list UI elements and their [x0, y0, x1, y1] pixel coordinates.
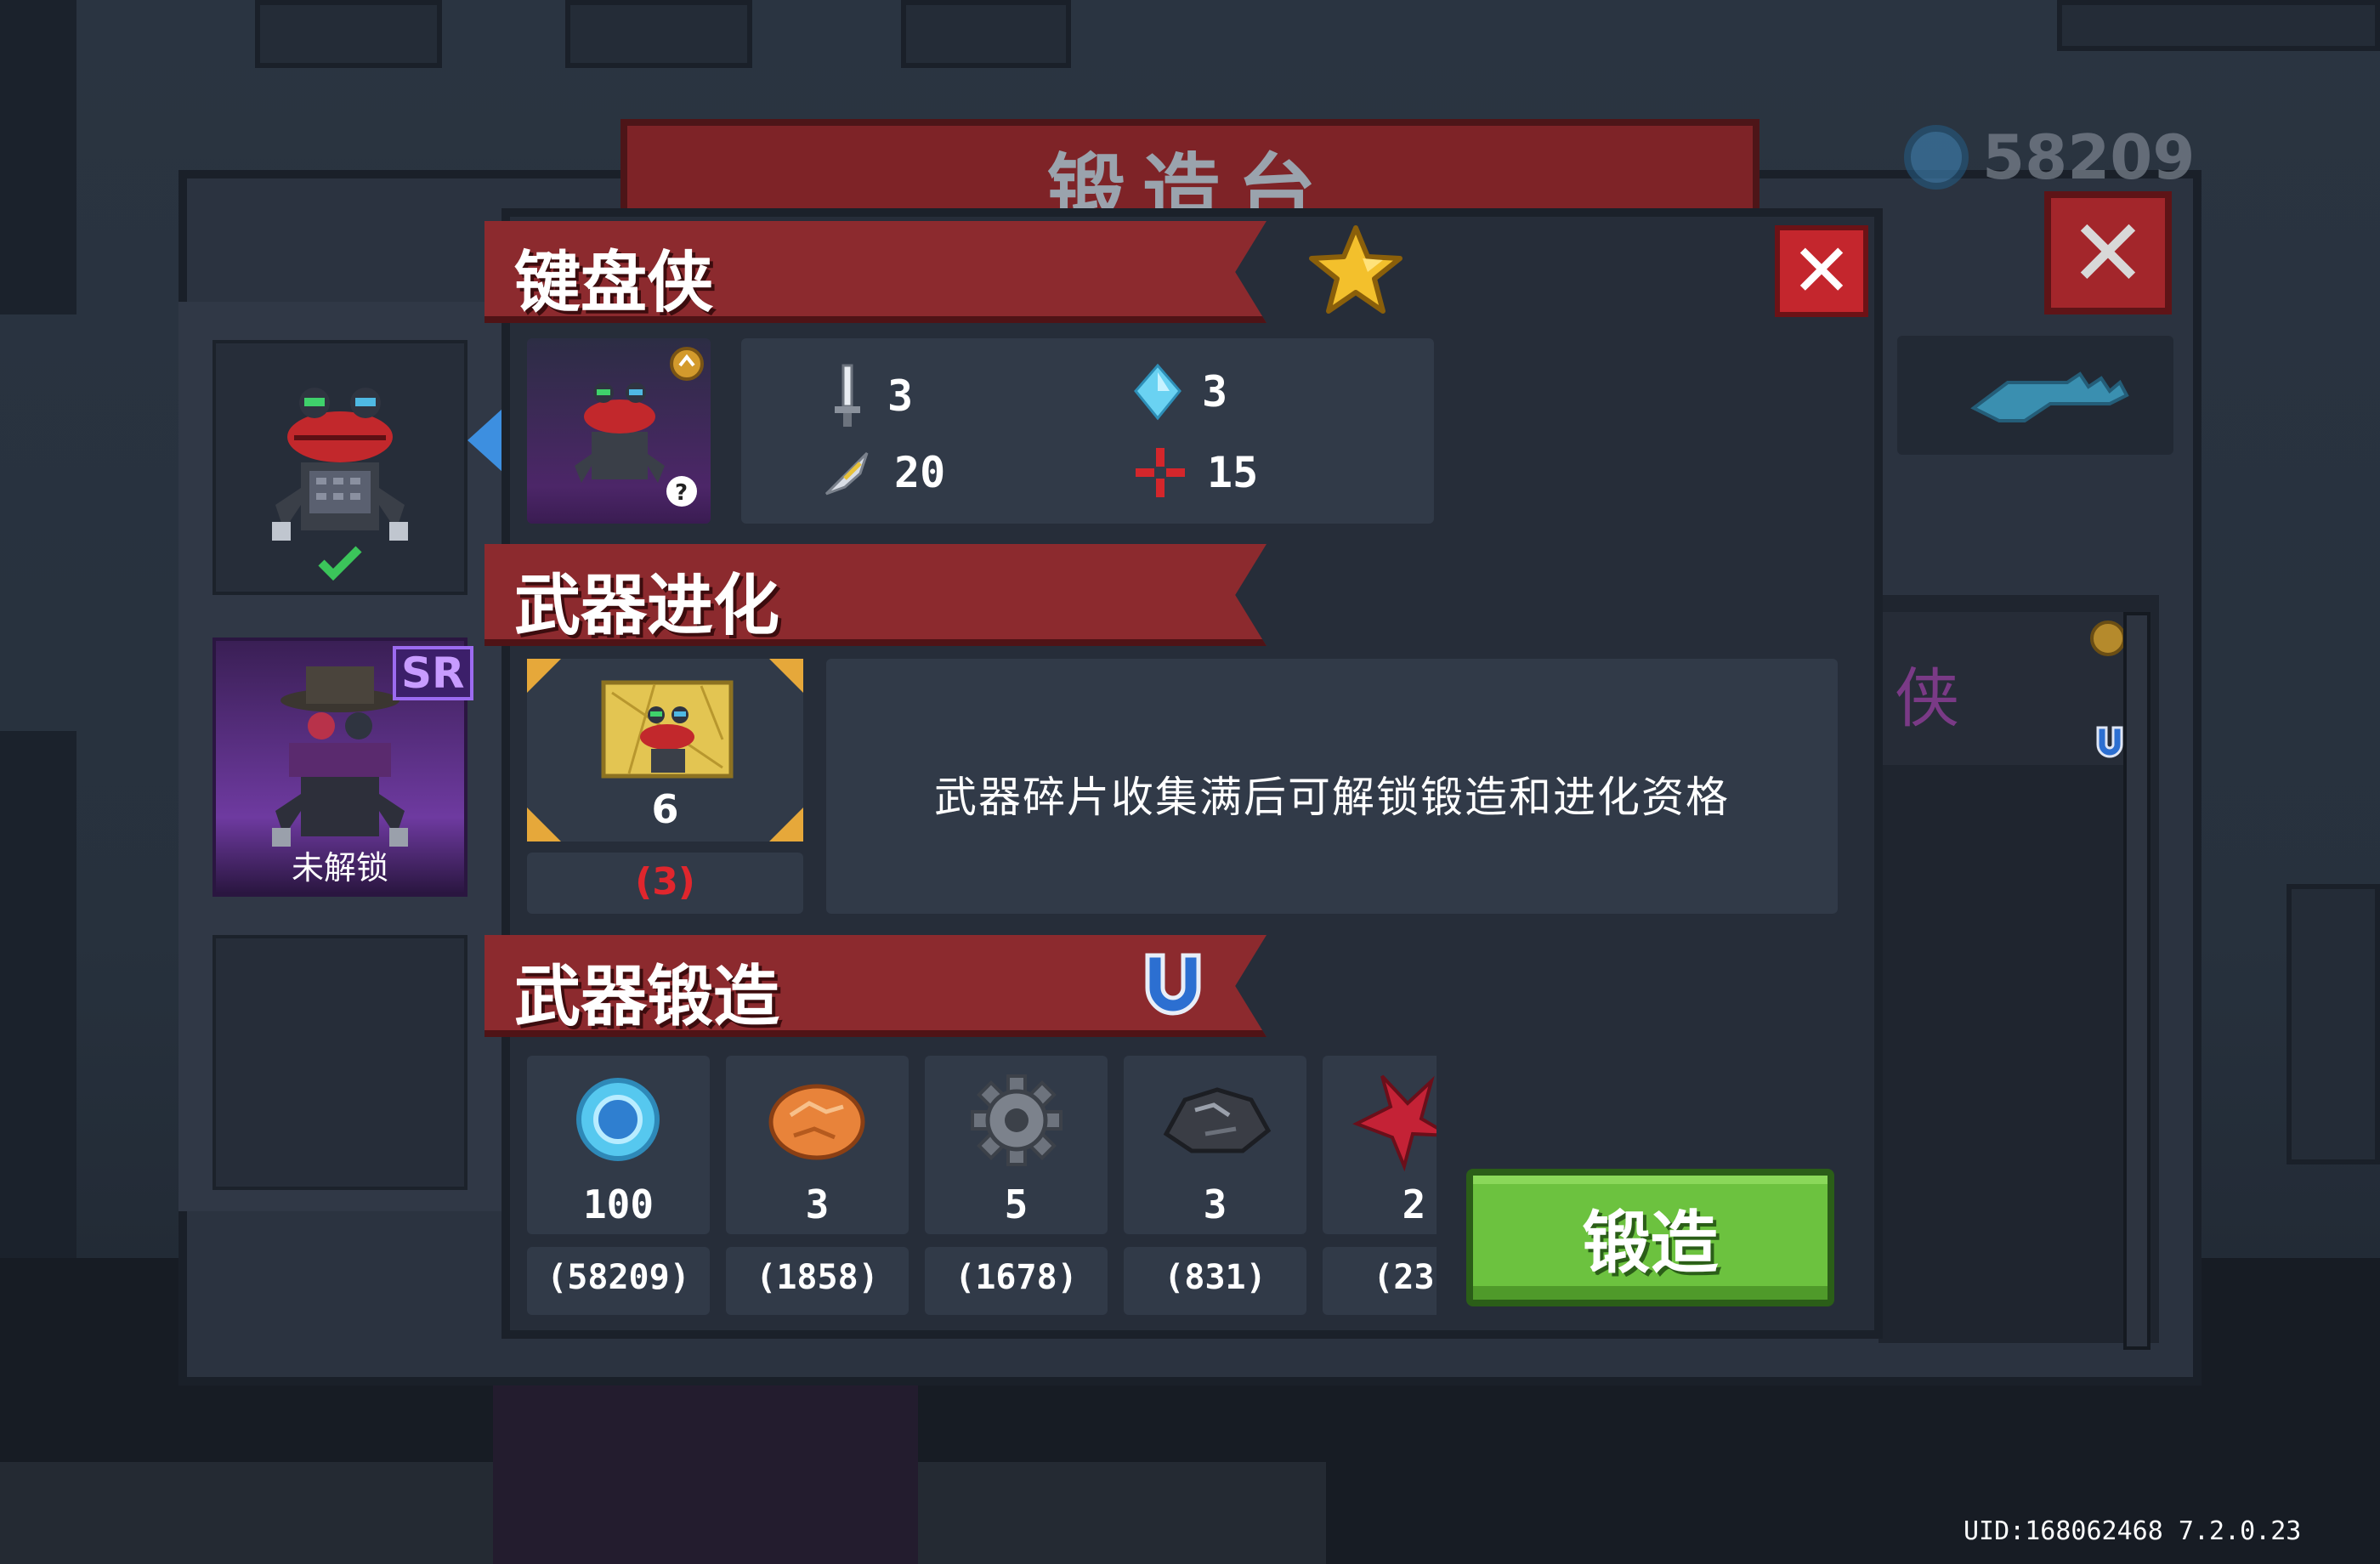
forge-materials-list: 100 (58209) 3 (1858) 5 (1678) 3 (831) 2 …	[527, 1046, 1436, 1326]
shard-required: (3)	[635, 860, 695, 904]
shard-count: 6	[651, 786, 679, 832]
weapon-list-item-text: 侠	[1895, 660, 1959, 736]
gear-icon	[971, 1074, 1062, 1166]
evolution-description: 武器碎片收集满后可解锁锻造和进化资格	[934, 773, 1730, 822]
material-required: 5	[1004, 1182, 1028, 1227]
energy-crystal-icon	[1134, 363, 1182, 421]
selected-arrow-icon	[468, 408, 503, 473]
material-required: 2	[1402, 1182, 1426, 1227]
background-decoration	[901, 0, 1071, 68]
character-slot-selected[interactable]	[212, 340, 468, 595]
rarity-badge: SR	[393, 646, 473, 700]
attack-value: 3	[887, 371, 914, 421]
background-decoration	[565, 0, 752, 68]
accuracy-crosshair-icon	[1136, 448, 1185, 497]
background-wall-column	[0, 731, 76, 1258]
material-required: 100	[582, 1182, 654, 1227]
speed-value: 20	[894, 448, 946, 497]
background-decoration	[255, 0, 442, 68]
weapon-list-scrollbar[interactable]	[2123, 612, 2150, 1350]
forge-table-close-button[interactable]: ✕	[2044, 191, 2172, 314]
uid-version-label: UID:168062468 7.2.0.23	[1964, 1516, 2302, 1546]
material-required: 3	[1203, 1182, 1227, 1227]
magnet-icon	[1145, 953, 1201, 1016]
background-floor-tile	[493, 1386, 918, 1564]
weapon-stats-panel: 3 3 20 15	[741, 338, 1434, 524]
energy-value: 3	[1202, 367, 1228, 416]
close-button[interactable]: ✕	[1775, 225, 1868, 317]
blue-gem-icon	[576, 1078, 660, 1161]
background-wall-column	[0, 0, 76, 314]
gem-currency-value: 58209	[1982, 122, 2196, 193]
red-crystal-icon	[1352, 1074, 1436, 1172]
material-owned: (831)	[1164, 1258, 1266, 1297]
gem-currency: 58209	[1904, 122, 2196, 193]
background-decoration	[2057, 0, 2380, 51]
orange-ore-icon	[768, 1084, 865, 1160]
weapon-name: 键盘侠	[514, 245, 714, 321]
weapon-card[interactable]: ?	[527, 338, 711, 524]
favorite-star-icon[interactable]	[1305, 223, 1407, 316]
svg-text:?: ?	[675, 480, 688, 506]
material-owned: (1858)	[756, 1258, 879, 1297]
material-owned: (1678)	[955, 1258, 1078, 1297]
forge-heading: 武器锻造	[514, 959, 780, 1035]
keyboard-hero-weapon-icon: ?	[575, 347, 704, 507]
forge-button[interactable]: 锻造	[1466, 1169, 1834, 1306]
character-slot-empty[interactable]	[212, 935, 468, 1190]
blue-blaster-icon	[1970, 371, 2129, 422]
speed-feather-icon	[824, 451, 869, 496]
weapon-list-item[interactable]: 侠	[1883, 612, 2138, 765]
dark-ore-icon	[1163, 1087, 1272, 1153]
material-required: 3	[805, 1182, 830, 1227]
attack-sword-icon	[835, 364, 860, 427]
keyboard-hero-character-icon	[272, 388, 408, 581]
weapon-preview-slot[interactable]	[1897, 336, 2173, 455]
background-machine	[2286, 884, 2380, 1164]
evolution-heading: 武器进化	[514, 568, 780, 644]
accuracy-value: 15	[1207, 448, 1259, 497]
gem-coin-icon	[1904, 125, 1969, 190]
locked-status-label: 未解锁	[291, 849, 388, 887]
material-owned: (231	[1373, 1258, 1436, 1297]
material-owned: (58209)	[547, 1258, 690, 1297]
upgrade-icon	[2090, 620, 2126, 656]
